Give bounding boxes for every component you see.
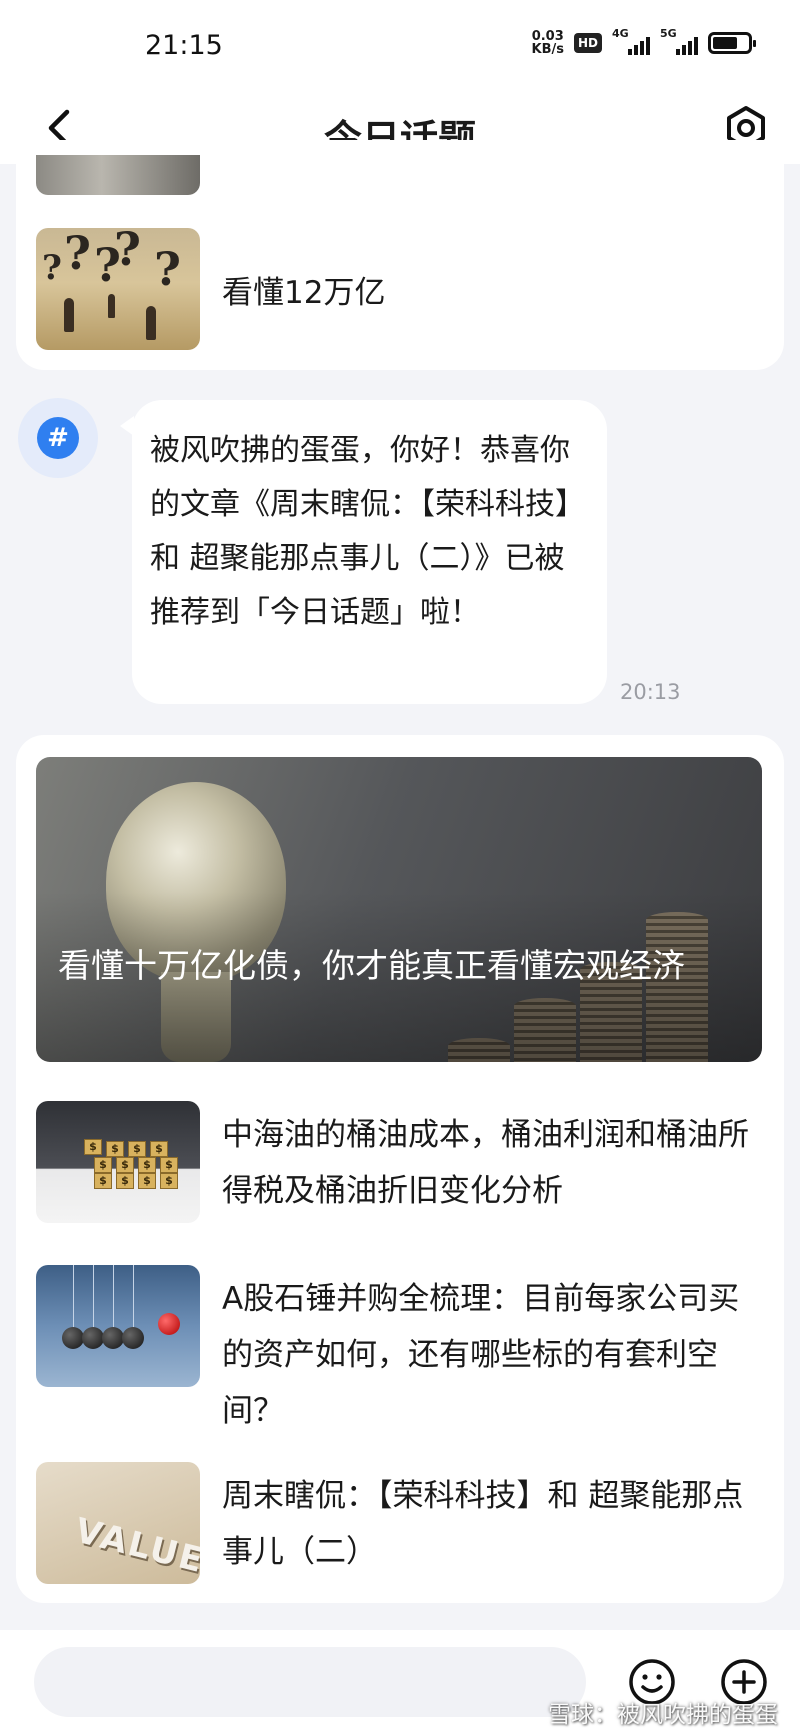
message-text: 被风吹拂的蛋蛋，你好！恭喜你的文章《周末瞎侃：【荣科科技】和 超聚能那点事儿（二… xyxy=(150,433,585,630)
network-speed: 0.03 KB/s xyxy=(531,29,564,57)
article-title: 中海油的桶油成本，桶油利润和桶油所得税及桶油折旧变化分析 xyxy=(222,1117,749,1209)
question-marks-thumbnail: ? ? ? ? ? xyxy=(36,228,200,350)
hashtag-icon: # xyxy=(37,417,79,459)
list-item[interactable]: A股石锤并购全梳理：目前每家公司买的资产如何，还有哪些标的有套利空间？ xyxy=(36,1265,762,1435)
status-indicators: 0.03 KB/s HD 4G 5G xyxy=(531,27,756,57)
message-input[interactable] xyxy=(34,1647,586,1717)
hero-article[interactable]: 看懂十万亿化债，你才能真正看懂宏观经济 xyxy=(36,757,762,1062)
article-title: 周末瞎侃：【荣科科技】和 超聚能那点事儿（二） xyxy=(222,1478,744,1570)
topic-card: 看懂十万亿化债，你才能真正看懂宏观经济 $ $ $ $ $ $ $ $ $ $ … xyxy=(16,735,784,1603)
avatar[interactable]: # xyxy=(18,398,98,478)
list-item[interactable]: $ $ $ $ $ $ $ $ $ $ $ $ 中海油的桶油成本，桶油利润和桶油… xyxy=(36,1101,762,1223)
list-item[interactable]: VALUE 周末瞎侃：【荣科科技】和 超聚能那点事儿（二） xyxy=(36,1462,762,1584)
dollar-blocks-thumbnail: $ $ $ $ $ $ $ $ $ $ $ $ xyxy=(36,1101,200,1223)
hd-badge: HD xyxy=(573,33,602,53)
status-time: 21:15 xyxy=(145,30,223,61)
topic-title[interactable]: 看懂12万亿 xyxy=(222,267,385,312)
battery-icon xyxy=(708,32,756,54)
hero-title: 看懂十万亿化债，你才能真正看懂宏观经济 xyxy=(58,946,685,985)
signal-5g-icon: 5G xyxy=(660,27,698,55)
article-title: A股石锤并购全梳理：目前每家公司买的资产如何，还有哪些标的有套利空间？ xyxy=(222,1281,740,1429)
newtons-cradle-thumbnail xyxy=(36,1265,200,1387)
signal-4g-icon: 4G xyxy=(612,27,650,55)
message-bubble[interactable]: 被风吹拂的蛋蛋，你好！恭喜你的文章《周末瞎侃：【荣科科技】和 超聚能那点事儿（二… xyxy=(120,400,607,704)
value-blocks-thumbnail: VALUE xyxy=(36,1462,200,1584)
status-bar: 21:15 0.03 KB/s HD 4G 5G xyxy=(0,0,800,92)
watermark: 雪球：被风吹拂的蛋蛋 xyxy=(548,1702,778,1728)
stairs-thumbnail xyxy=(36,155,200,195)
topic-card-previous: ? ? ? ? ? 看懂12万亿 xyxy=(16,140,784,370)
message-time: 20:13 xyxy=(620,680,681,704)
